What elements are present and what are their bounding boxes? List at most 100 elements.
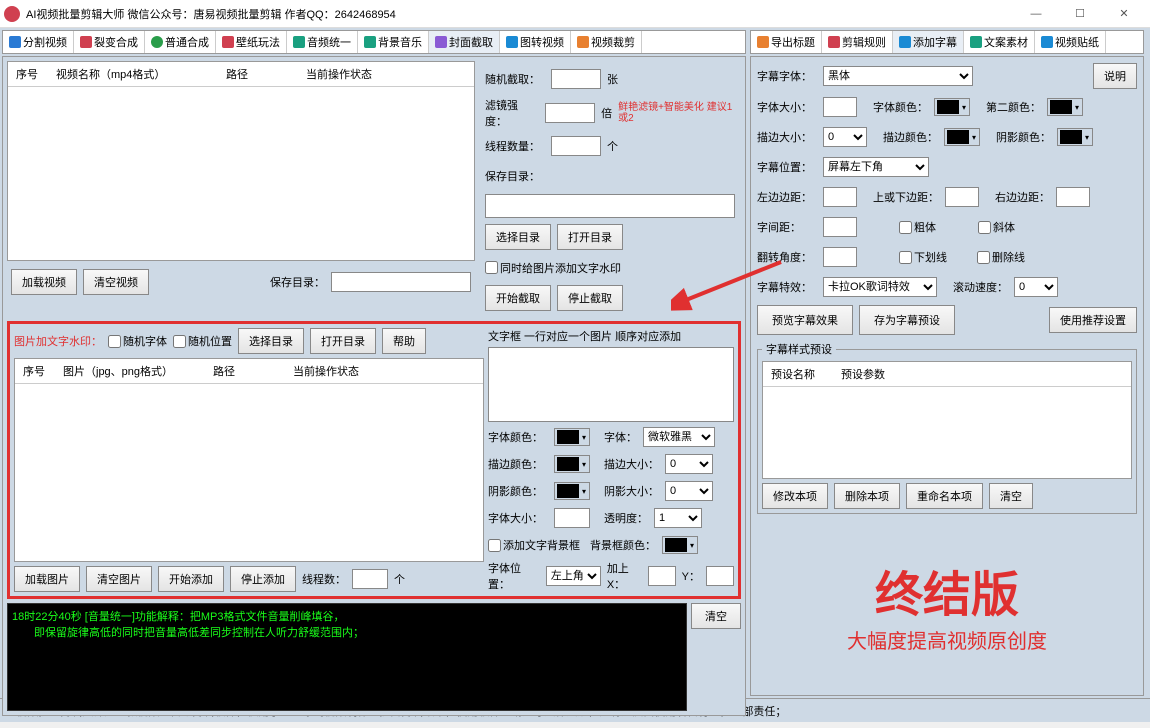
- sub-stroke-color-picker[interactable]: ▾: [944, 128, 980, 146]
- right-tabs: 导出标题 剪辑规则 添加字幕 文案素材 视频贴纸: [750, 30, 1144, 54]
- random-count-input[interactable]: [551, 69, 601, 89]
- shadow-color-picker[interactable]: ▾: [554, 482, 590, 500]
- help-button[interactable]: 帮助: [382, 328, 426, 354]
- stroke-size-select[interactable]: 0: [665, 454, 713, 474]
- img2vid-icon: [506, 36, 518, 48]
- preset-fieldset: 字幕样式预设 预设名称 预设参数 修改本项 删除本项 重命名本项 清空: [757, 341, 1137, 514]
- rules-icon: [828, 36, 840, 48]
- preset-list[interactable]: 预设名称 预设参数: [762, 361, 1132, 479]
- sub-rotate-input[interactable]: [823, 247, 857, 267]
- maximize-button[interactable]: ☐: [1058, 0, 1102, 28]
- tab-add-subtitle[interactable]: 添加字幕: [893, 31, 964, 53]
- save-dir-input[interactable]: [331, 272, 471, 292]
- sub-size-input[interactable]: [823, 97, 857, 117]
- sticker-icon: [1041, 36, 1053, 48]
- img-select-dir-button[interactable]: 选择目录: [238, 328, 304, 354]
- sub-left-input[interactable]: [823, 187, 857, 207]
- text-lines-textarea[interactable]: [488, 347, 734, 422]
- sub-shadow-color-picker[interactable]: ▾: [1057, 128, 1093, 146]
- window-title: AI视频批量剪辑大师 微信公众号：唐易视频批量剪辑 作者QQ：264246895…: [26, 6, 1014, 22]
- rename-preset-button[interactable]: 重命名本项: [906, 483, 983, 509]
- tab-audio[interactable]: 音频统一: [287, 31, 358, 53]
- video-list[interactable]: 序号 视频名称（mp4格式） 路径 当前操作状态: [7, 61, 475, 261]
- random-pos-checkbox[interactable]: [173, 335, 186, 348]
- sub-speed-select[interactable]: 0: [1014, 277, 1058, 297]
- tab-normal[interactable]: 普通合成: [145, 31, 216, 53]
- tab-cover[interactable]: 封面截取: [429, 31, 500, 53]
- minimize-button[interactable]: —: [1014, 0, 1058, 28]
- sub-pos-select[interactable]: 屏幕左下角: [823, 157, 929, 177]
- opacity-select[interactable]: 1: [654, 508, 702, 528]
- bold-checkbox[interactable]: [899, 221, 912, 234]
- sub-right-input[interactable]: [1056, 187, 1090, 207]
- start-add-button[interactable]: 开始添加: [158, 566, 224, 592]
- shadow-size-select[interactable]: 0: [665, 481, 713, 501]
- cover-settings: 随机截取：张 滤镜强度：倍鲜艳滤镜+智能美化 建议1或2 线程数量：个 保存目录…: [479, 61, 741, 317]
- tab-edit-rules[interactable]: 剪辑规则: [822, 31, 893, 53]
- clear-image-button[interactable]: 清空图片: [86, 566, 152, 592]
- close-button[interactable]: ✕: [1102, 0, 1146, 28]
- crop-icon: [577, 36, 589, 48]
- open-dir-button[interactable]: 打开目录: [557, 224, 623, 250]
- subtitle-icon: [899, 36, 911, 48]
- delete-preset-button[interactable]: 删除本项: [834, 483, 900, 509]
- img-open-dir-button[interactable]: 打开目录: [310, 328, 376, 354]
- strike-checkbox[interactable]: [977, 251, 990, 264]
- modify-preset-button[interactable]: 修改本项: [762, 483, 828, 509]
- add-bg-checkbox[interactable]: [488, 539, 501, 552]
- watermark-checkbox[interactable]: [485, 261, 498, 274]
- textbox-title: 文字框 一行对应一个图片 顺序对应添加: [488, 328, 734, 344]
- cover-savedir-input[interactable]: [485, 194, 735, 218]
- sub-font-select[interactable]: 黑体: [823, 66, 973, 86]
- app-icon: [4, 6, 20, 22]
- explain-button[interactable]: 说明: [1093, 63, 1137, 89]
- stop-capture-button[interactable]: 停止截取: [557, 285, 623, 311]
- tab-sticker[interactable]: 视频贴纸: [1035, 31, 1106, 53]
- brand-area: 终结版 大幅度提高视频原创度: [757, 520, 1137, 689]
- font-select[interactable]: 微软雅黑: [643, 427, 715, 447]
- load-image-button[interactable]: 加载图片: [14, 566, 80, 592]
- start-capture-button[interactable]: 开始截取: [485, 285, 551, 311]
- font-color-picker[interactable]: ▾: [554, 428, 590, 446]
- underline-checkbox[interactable]: [899, 251, 912, 264]
- sub-stroke-select[interactable]: 0: [823, 127, 867, 147]
- random-font-checkbox[interactable]: [108, 335, 121, 348]
- play-icon: [151, 36, 163, 48]
- image-list[interactable]: 序号 图片（jpg、png格式） 路径 当前操作状态: [14, 358, 484, 562]
- italic-checkbox[interactable]: [978, 221, 991, 234]
- sub-color-picker[interactable]: ▾: [934, 98, 970, 116]
- tab-wallpaper[interactable]: 壁纸玩法: [216, 31, 287, 53]
- stop-add-button[interactable]: 停止添加: [230, 566, 296, 592]
- tab-img2vid[interactable]: 图转视频: [500, 31, 571, 53]
- bg-color-picker[interactable]: ▾: [662, 536, 698, 554]
- sub-effect-select[interactable]: 卡拉OK歌词特效: [823, 277, 937, 297]
- tab-bgm[interactable]: 背景音乐: [358, 31, 429, 53]
- select-dir-button[interactable]: 选择目录: [485, 224, 551, 250]
- tab-fission[interactable]: 裂变合成: [74, 31, 145, 53]
- split-icon: [9, 36, 21, 48]
- clear-video-button[interactable]: 清空视频: [83, 269, 149, 295]
- sub-color2-picker[interactable]: ▾: [1047, 98, 1083, 116]
- font-size-input[interactable]: [554, 508, 590, 528]
- load-video-button[interactable]: 加载视频: [11, 269, 77, 295]
- font-pos-select[interactable]: 左上角: [546, 566, 601, 586]
- save-preset-button[interactable]: 存为字幕预设: [859, 305, 955, 335]
- clear-preset-button[interactable]: 清空: [989, 483, 1033, 509]
- tab-split[interactable]: 分割视频: [3, 31, 74, 53]
- audio-icon: [293, 36, 305, 48]
- cover-threads-input[interactable]: [551, 136, 601, 156]
- wallpaper-icon: [222, 36, 234, 48]
- preview-sub-button[interactable]: 预览字幕效果: [757, 305, 853, 335]
- add-y-input[interactable]: [706, 566, 734, 586]
- filter-strength-input[interactable]: [545, 103, 595, 123]
- use-rec-button[interactable]: 使用推荐设置: [1049, 307, 1137, 333]
- clear-log-button[interactable]: 清空: [691, 603, 741, 629]
- sub-top-input[interactable]: [945, 187, 979, 207]
- img-threads-input[interactable]: [352, 569, 388, 589]
- tab-export-title[interactable]: 导出标题: [751, 31, 822, 53]
- sub-spacing-input[interactable]: [823, 217, 857, 237]
- tab-copywriting[interactable]: 文案素材: [964, 31, 1035, 53]
- stroke-color-picker[interactable]: ▾: [554, 455, 590, 473]
- tab-crop[interactable]: 视频裁剪: [571, 31, 642, 53]
- add-x-input[interactable]: [648, 566, 676, 586]
